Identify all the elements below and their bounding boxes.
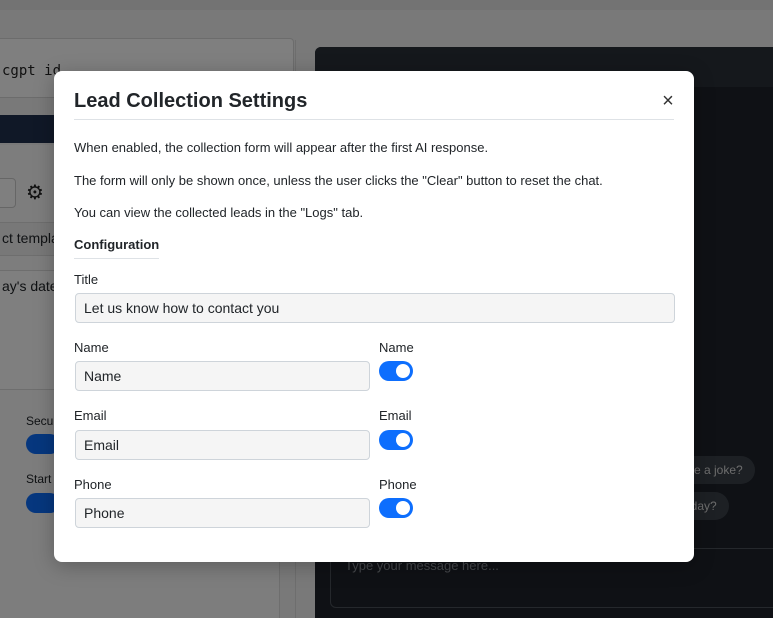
- name-toggle[interactable]: [379, 361, 413, 381]
- toggle-knob: [396, 433, 410, 447]
- title-label: Title: [74, 272, 99, 287]
- email-input[interactable]: [75, 430, 370, 460]
- phone-label: Phone: [74, 477, 112, 492]
- name-label: Name: [74, 340, 109, 355]
- email-label: Email: [74, 408, 107, 423]
- email-toggle[interactable]: [379, 430, 413, 450]
- info-paragraph: The form will only be shown once, unless…: [74, 173, 603, 188]
- phone-toggle-label: Phone: [379, 477, 417, 492]
- toggle-knob: [396, 364, 410, 378]
- lead-collection-modal: Lead Collection Settings × When enabled,…: [54, 71, 694, 562]
- email-toggle-label: Email: [379, 408, 412, 423]
- toggle-knob: [396, 501, 410, 515]
- configuration-heading: Configuration: [74, 237, 160, 259]
- close-icon[interactable]: ×: [658, 91, 678, 111]
- name-input[interactable]: [75, 361, 370, 391]
- modal-title: Lead Collection Settings: [74, 90, 308, 112]
- modal-divider: [74, 119, 674, 120]
- name-toggle-label: Name: [379, 340, 414, 355]
- title-input[interactable]: [75, 293, 675, 323]
- phone-toggle[interactable]: [379, 498, 413, 518]
- info-paragraph: When enabled, the collection form will a…: [74, 140, 489, 155]
- info-paragraph: You can view the collected leads in the …: [74, 205, 364, 220]
- phone-input[interactable]: [75, 498, 370, 528]
